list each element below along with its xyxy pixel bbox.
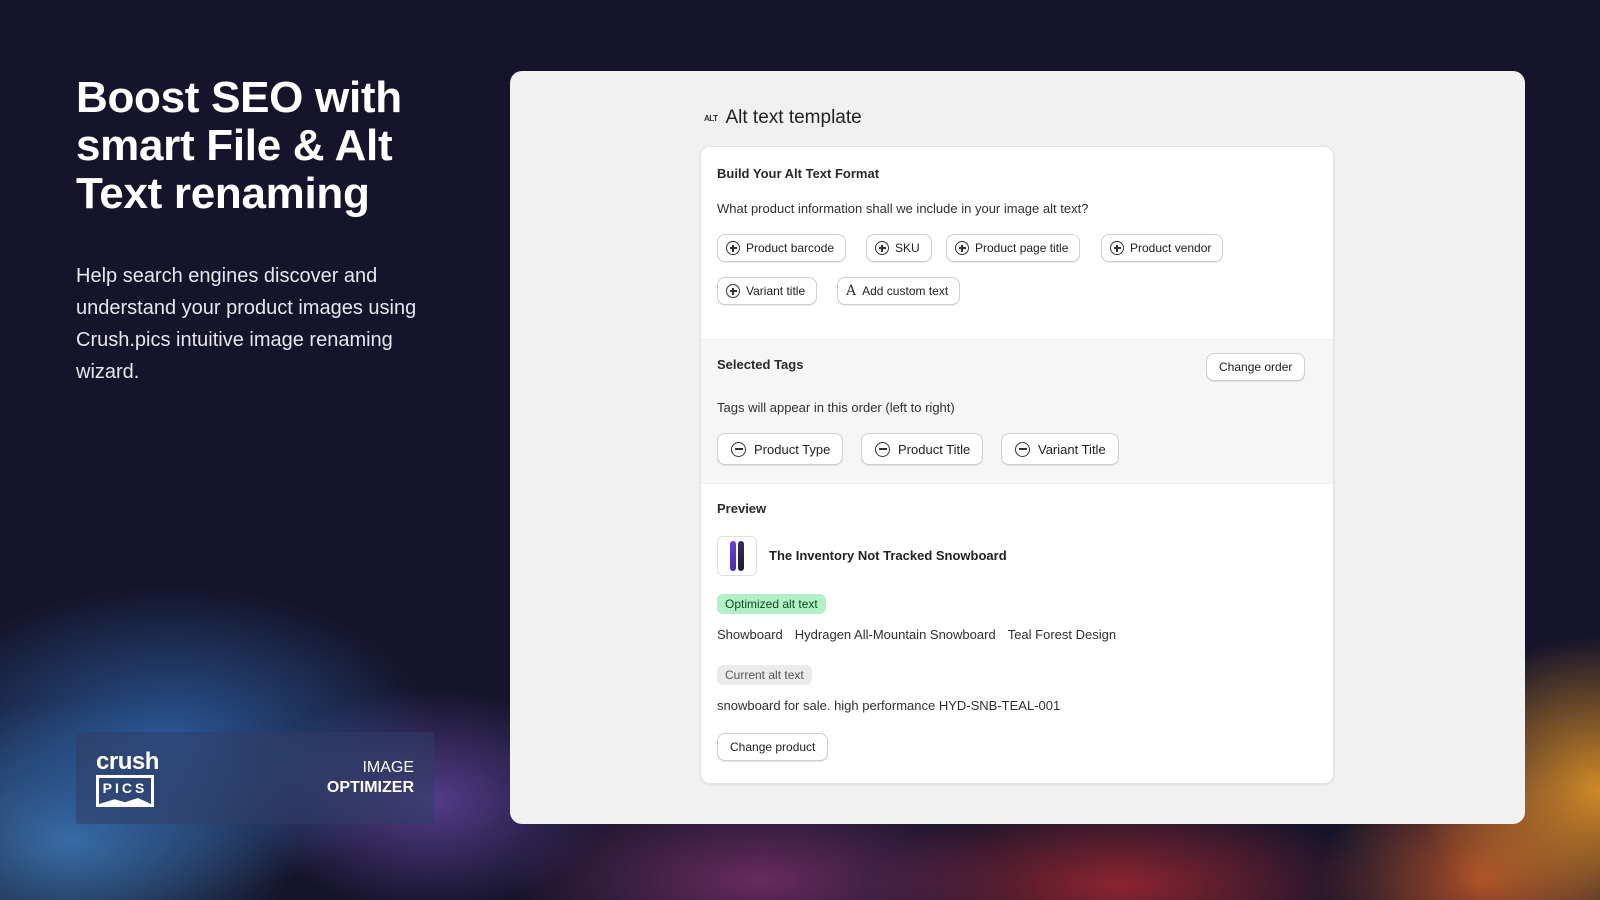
tag-variant-title[interactable]: Variant Title — [1001, 433, 1119, 465]
minus-circle-icon — [731, 441, 746, 457]
text-icon: A — [846, 283, 857, 299]
plus-circle-icon — [726, 284, 740, 298]
hero: Boost SEO with smart File & Alt Text ren… — [76, 74, 456, 388]
tag-label: Product Type — [754, 441, 831, 457]
panel-title: ALT Alt text template — [704, 107, 862, 129]
option-label: Product barcode — [746, 241, 835, 255]
option-sku[interactable]: SKU — [866, 234, 932, 262]
plus-circle-icon — [955, 241, 969, 255]
brand-label-line1: IMAGE — [362, 759, 414, 776]
add-custom-text-button[interactable]: A Add custom text — [837, 277, 961, 305]
selected-tags-note: Tags will appear in this order (left to … — [717, 400, 955, 415]
build-format-section: Build Your Alt Text Format What product … — [701, 147, 1333, 339]
alt-part: Showboard — [717, 627, 783, 642]
preview-section: Preview The Inventory Not Tracked Snowbo… — [701, 484, 1333, 783]
tag-product-title[interactable]: Product Title — [861, 433, 984, 465]
optimized-alt-badge: Optimized alt text — [717, 594, 826, 614]
hero-description: Help search engines discover and underst… — [76, 265, 417, 383]
tag-product-type[interactable]: Product Type — [717, 433, 844, 465]
selected-tags-section: Selected Tags Change order Tags will app… — [701, 339, 1333, 484]
option-product-vendor[interactable]: Product vendor — [1101, 234, 1224, 262]
preview-heading: Preview — [717, 501, 767, 516]
optimized-alt-text: Showboard Hydragen All-Mountain Snowboar… — [717, 627, 1116, 642]
logo-crush-text: crush — [96, 748, 159, 775]
alt-text-card: Build Your Alt Text Format What product … — [700, 146, 1334, 784]
hero-title: Boost SEO with smart File & Alt Text ren… — [76, 73, 402, 218]
plus-circle-icon — [875, 241, 889, 255]
minus-circle-icon — [875, 441, 890, 457]
option-label: SKU — [895, 241, 920, 255]
option-label: Product vendor — [1130, 241, 1212, 255]
option-label: Add custom text — [862, 284, 949, 298]
snowboard-image — [730, 541, 736, 571]
change-product-button[interactable]: Change product — [717, 733, 829, 761]
alt-text-panel: ALT Alt text template Build Your Alt Tex… — [510, 71, 1525, 824]
panel-title-text: Alt text template — [725, 107, 862, 128]
product-thumbnail — [717, 536, 757, 576]
build-format-question: What product information shall we includ… — [717, 201, 1089, 216]
current-alt-badge: Current alt text — [717, 665, 812, 685]
alt-part: Teal Forest Design — [1007, 627, 1117, 642]
current-alt-text: snowboard for sale. high performance HYD… — [717, 698, 1061, 713]
tag-label: Product Title — [898, 441, 971, 457]
minus-circle-icon — [1015, 441, 1030, 457]
alt-part: Hydragen All-Mountain Snowboard — [794, 627, 996, 642]
build-format-heading: Build Your Alt Text Format — [717, 166, 880, 181]
logo-pics-text: PICS — [96, 775, 154, 807]
option-label: Product page title — [975, 241, 1069, 255]
alt-text-icon: ALT — [704, 113, 718, 123]
option-product-barcode[interactable]: Product barcode — [717, 234, 847, 262]
crush-pics-logo: crush PICS — [96, 748, 159, 807]
brand-box: crush PICS IMAGE OPTIMIZER — [76, 732, 434, 824]
change-order-button[interactable]: Change order — [1206, 353, 1306, 381]
snowboard-image — [738, 541, 744, 571]
plus-circle-icon — [726, 241, 740, 255]
plus-circle-icon — [1110, 241, 1124, 255]
option-product-page-title[interactable]: Product page title — [946, 234, 1081, 262]
brand-label: IMAGE OPTIMIZER — [327, 758, 414, 798]
option-variant-title[interactable]: Variant title — [717, 277, 818, 305]
tag-label: Variant Title — [1038, 441, 1106, 457]
product-name: The Inventory Not Tracked Snowboard — [769, 548, 1007, 563]
option-label: Variant title — [746, 284, 806, 298]
brand-label-line2: OPTIMIZER — [326, 779, 414, 796]
selected-tags-heading: Selected Tags — [717, 357, 804, 372]
